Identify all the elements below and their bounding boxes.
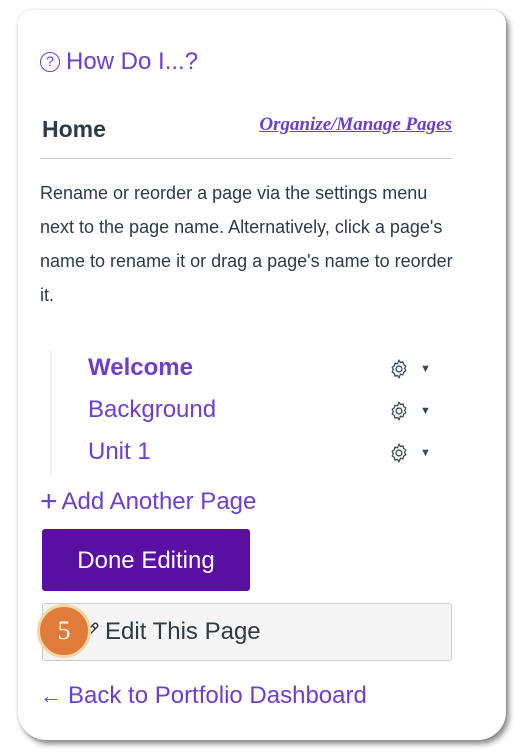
caret-down-icon: ▼ [420, 363, 431, 375]
how-do-i-label: How Do I...? [66, 48, 199, 75]
page-settings-menu[interactable]: ▼ [388, 358, 431, 380]
back-link-label: Back to Portfolio Dashboard [68, 682, 367, 709]
help-circle-icon: ? [40, 52, 60, 72]
back-to-dashboard-link[interactable]: ← Back to Portfolio Dashboard [40, 682, 367, 710]
pages-header: Home Organize/Manage Pages [40, 112, 452, 159]
done-editing-button[interactable]: Done Editing [42, 529, 250, 591]
gear-icon [391, 442, 407, 464]
organize-manage-pages-link[interactable]: Organize/Manage Pages [259, 114, 452, 136]
plus-icon: + [40, 485, 58, 518]
page-row-background[interactable]: Background ▼ [50, 392, 460, 434]
add-another-page-link[interactable]: + Add Another Page [40, 485, 257, 518]
page-name-link[interactable]: Unit 1 [88, 438, 151, 466]
arrow-left-icon: ← [40, 683, 62, 708]
how-do-i-link[interactable]: ? How Do I...? [40, 48, 198, 76]
page-row-unit-1[interactable]: Unit 1 ▼ [50, 434, 460, 476]
step-number-badge: 5 [37, 604, 91, 658]
edit-this-page-label: Edit This Page [105, 618, 261, 645]
page-list: Welcome ▼ Background ▼ Unit 1 ▼ [50, 350, 460, 476]
page-settings-menu[interactable]: ▼ [388, 400, 431, 422]
edit-this-page-button[interactable]: Edit This Page 5 [37, 603, 452, 661]
reorder-instructions: Rename or reorder a page via the setting… [40, 183, 453, 305]
add-page-label: Add Another Page [61, 488, 257, 515]
gear-icon [391, 358, 407, 380]
gear-icon [391, 400, 407, 422]
portfolio-pages-panel: ? How Do I...? Home Organize/Manage Page… [18, 10, 506, 740]
page-name-link[interactable]: Background [88, 396, 216, 424]
page-row-welcome[interactable]: Welcome ▼ [50, 350, 460, 392]
caret-down-icon: ▼ [420, 405, 431, 417]
page-settings-menu[interactable]: ▼ [388, 442, 431, 464]
page-name-link[interactable]: Welcome [88, 354, 193, 382]
page-title: Home [42, 116, 106, 142]
caret-down-icon: ▼ [420, 447, 431, 459]
